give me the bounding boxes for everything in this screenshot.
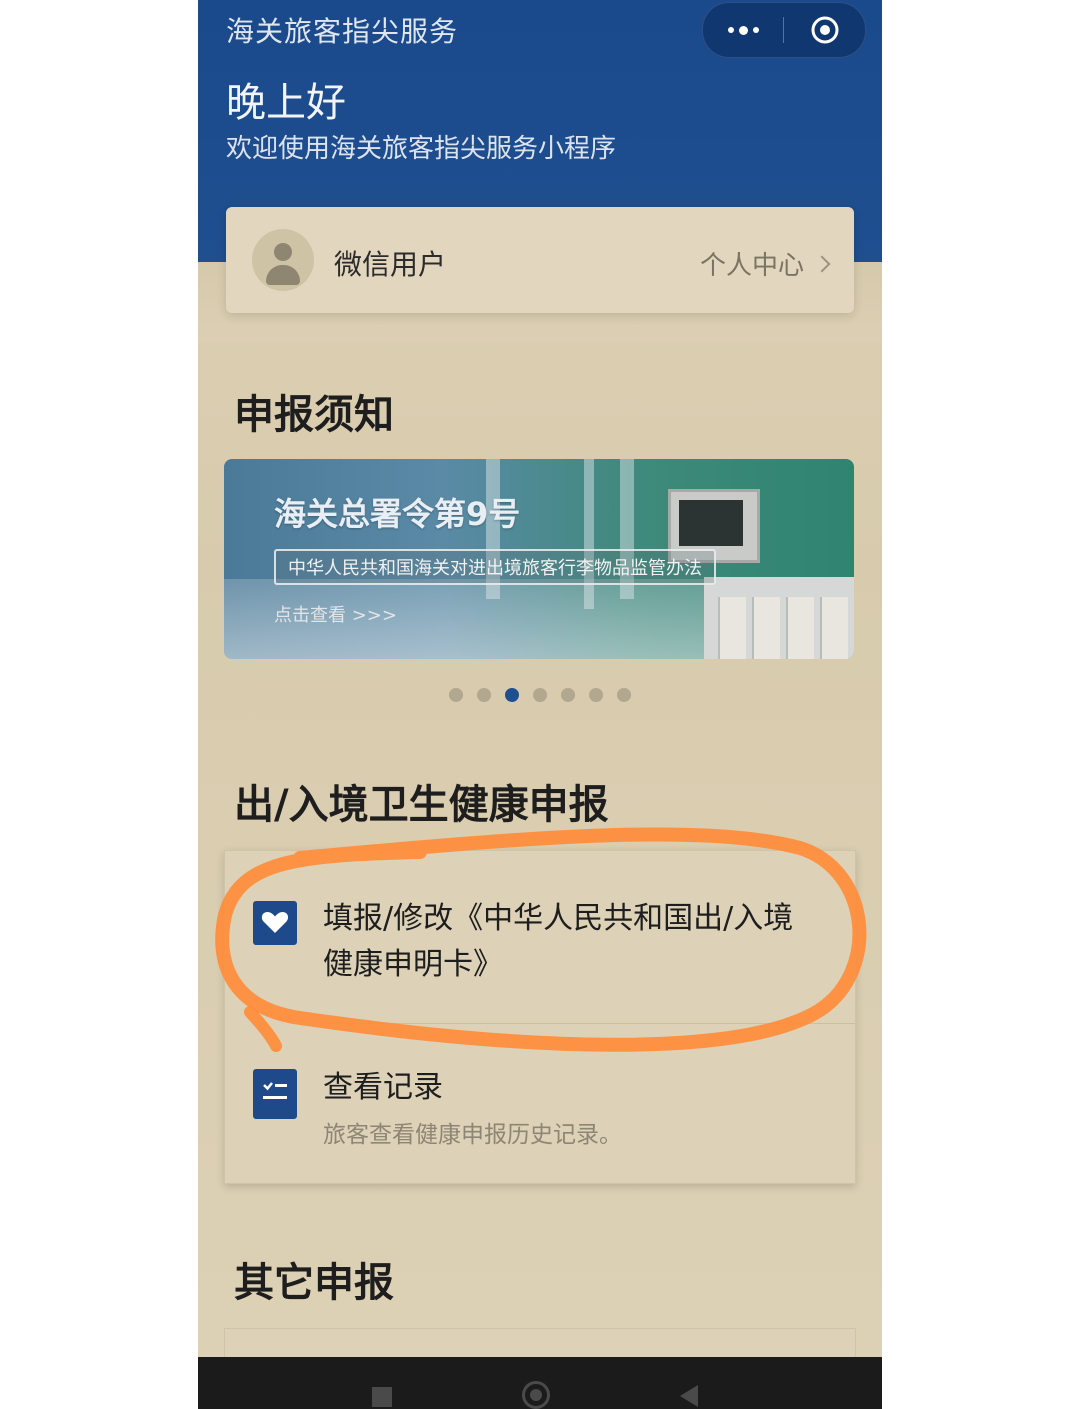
heart-icon [253, 901, 297, 945]
banner-title: 海关总署令第9号 [274, 495, 521, 533]
record-list-icon [253, 1069, 297, 1119]
carousel-dot[interactable] [589, 688, 603, 702]
android-navigation-bar [198, 1357, 882, 1409]
welcome-text: 欢迎使用海关旅客指尖服务小程序 [226, 134, 617, 164]
carousel-dot-active[interactable] [505, 688, 519, 702]
view-records-link[interactable]: 查看记录 [323, 1065, 443, 1111]
back-icon[interactable] [680, 1385, 698, 1407]
view-records-desc: 旅客查看健康申报历史记录。 [323, 1122, 622, 1148]
home-icon[interactable] [522, 1381, 550, 1409]
banner-view-link[interactable]: 点击查看 >>> [274, 601, 397, 627]
section-title-notice: 申报须知 [234, 392, 394, 438]
user-name: 微信用户 [334, 248, 447, 281]
personal-center-link[interactable]: 个人中心 [699, 245, 831, 282]
carousel-dot[interactable] [617, 688, 631, 702]
scanner-graphic [704, 577, 854, 659]
carousel-dot[interactable] [561, 688, 575, 702]
health-declaration-card: 填报/修改《中华人民共和国出/入境健康申明卡》 查看记录 旅客查看健康申报历史记… [224, 850, 856, 1184]
carousel-dot[interactable] [449, 688, 463, 702]
section-title-health: 出/入境卫生健康申报 [234, 782, 609, 828]
mini-program-capsule [702, 2, 866, 58]
fill-health-card-link[interactable]: 填报/修改《中华人民共和国出/入境健康申明卡》 [323, 896, 823, 988]
chevron-right-icon [813, 255, 831, 272]
recent-apps-icon[interactable] [372, 1387, 392, 1407]
mini-program-screen: 海关旅客指尖服务 晚上好 欢迎使用海关旅客指尖服务小程序 微信用户 个人中心 申… [198, 0, 882, 1409]
carousel-dot[interactable] [477, 688, 491, 702]
capsule-divider [783, 17, 784, 43]
greeting-text: 晚上好 [226, 80, 346, 126]
user-card[interactable]: 微信用户 个人中心 [226, 207, 854, 313]
item-divider [321, 1023, 855, 1024]
more-dots-icon[interactable] [721, 13, 765, 47]
carousel-dot[interactable] [533, 688, 547, 702]
target-circle-icon[interactable] [809, 14, 841, 46]
user-avatar-icon [252, 229, 314, 291]
carousel-indicator [198, 688, 882, 704]
personal-center-label: 个人中心 [699, 251, 804, 281]
notice-banner[interactable]: 海关总署令第9号 中华人民共和国海关对进出境旅客行李物品监管办法 点击查看 >>… [224, 459, 854, 659]
app-title: 海关旅客指尖服务 [226, 15, 459, 48]
section-title-other: 其它申报 [234, 1260, 394, 1306]
banner-subtitle: 中华人民共和国海关对进出境旅客行李物品监管办法 [274, 549, 716, 585]
